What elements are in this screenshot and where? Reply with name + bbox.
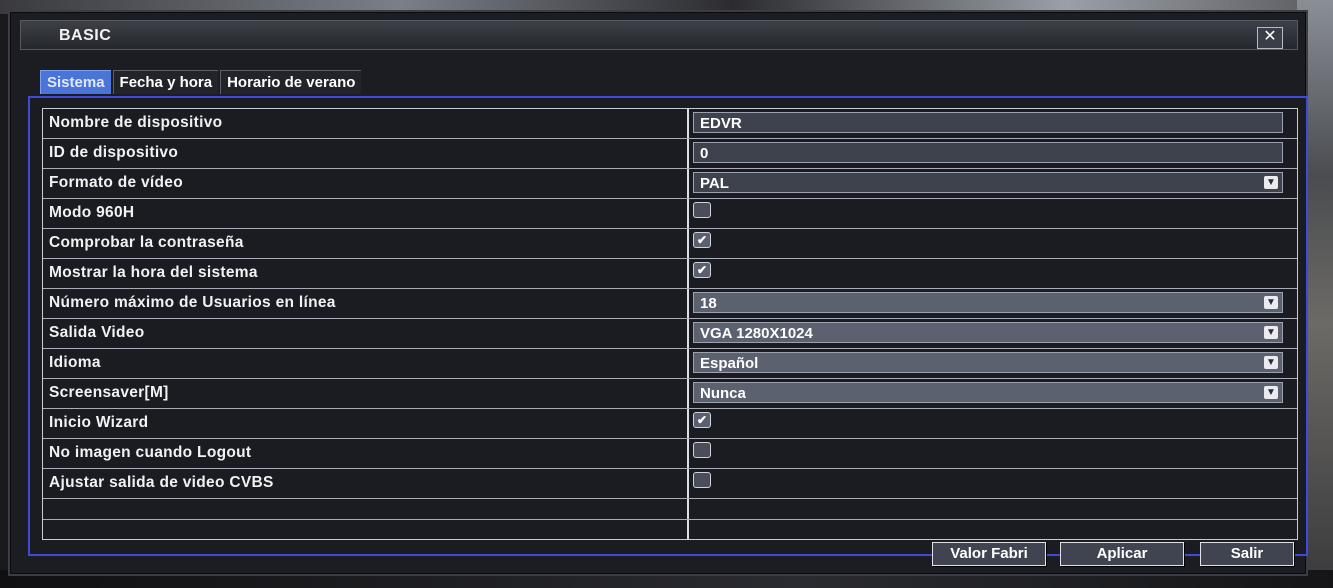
exit-button[interactable]: Salir	[1200, 542, 1294, 566]
adjust-cvbs-checkbox[interactable]	[693, 472, 711, 488]
row-screensaver: Screensaver[M] Nunca ▼	[43, 379, 1297, 409]
no-image-logout-checkbox[interactable]	[693, 442, 711, 458]
chevron-down-icon: ▼	[1264, 356, 1278, 369]
mode-960h-label: Modo 960H	[49, 204, 135, 221]
show-system-time-label: Mostrar la hora del sistema	[49, 264, 258, 281]
start-wizard-checkbox[interactable]: ✔	[693, 412, 711, 428]
check-icon: ✔	[696, 233, 708, 247]
max-online-users-label: Número máximo de Usuarios en línea	[49, 294, 336, 311]
device-id-label: ID de dispositivo	[49, 144, 179, 161]
close-icon: ✕	[1263, 28, 1277, 45]
window-title: BASIC	[59, 27, 112, 44]
video-output-value: VGA 1280X1024	[700, 325, 813, 342]
start-wizard-label: Inicio Wizard	[49, 414, 149, 431]
factory-default-button[interactable]: Valor Fabri	[932, 542, 1046, 566]
video-format-value: PAL	[700, 175, 729, 192]
max-online-users-select[interactable]: 18 ▼	[693, 292, 1283, 313]
language-label: Idioma	[49, 354, 101, 371]
row-start-wizard: Inicio Wizard ✔	[43, 409, 1297, 439]
settings-panel: Nombre de dispositivo EDVR ID de disposi…	[28, 96, 1308, 556]
row-show-system-time: Mostrar la hora del sistema ✔	[43, 259, 1297, 289]
video-output-select[interactable]: VGA 1280X1024 ▼	[693, 322, 1283, 343]
max-online-users-value: 18	[700, 295, 717, 312]
video-format-select[interactable]: PAL ▼	[693, 172, 1283, 193]
screensaver-value: Nunca	[700, 385, 746, 402]
close-button[interactable]: ✕	[1257, 27, 1283, 49]
row-device-name: Nombre de dispositivo EDVR	[43, 109, 1297, 139]
row-language: Idioma Español ▼	[43, 349, 1297, 379]
screensaver-label: Screensaver[M]	[49, 384, 169, 401]
row-video-output: Salida Video VGA 1280X1024 ▼	[43, 319, 1297, 349]
tab-horario-de-verano[interactable]: Horario de verano	[220, 70, 362, 94]
row-no-image-logout: No imagen cuando Logout	[43, 439, 1297, 469]
device-name-field[interactable]: EDVR	[693, 112, 1283, 133]
screensaver-select[interactable]: Nunca ▼	[693, 382, 1283, 403]
row-device-id: ID de dispositivo 0	[43, 139, 1297, 169]
chevron-down-icon: ▼	[1264, 296, 1278, 309]
row-mode-960h: Modo 960H	[43, 199, 1297, 229]
check-password-label: Comprobar la contraseña	[49, 234, 244, 251]
apply-button[interactable]: Aplicar	[1060, 542, 1184, 566]
show-system-time-checkbox[interactable]: ✔	[693, 262, 711, 278]
row-max-online-users: Número máximo de Usuarios en línea 18 ▼	[43, 289, 1297, 319]
language-value: Español	[700, 355, 759, 372]
no-image-logout-label: No imagen cuando Logout	[49, 444, 252, 461]
check-password-checkbox[interactable]: ✔	[693, 232, 711, 248]
video-output-label: Salida Video	[49, 324, 145, 341]
tab-fecha-y-hora[interactable]: Fecha y hora	[112, 70, 219, 94]
language-select[interactable]: Español ▼	[693, 352, 1283, 373]
row-adjust-cvbs: Ajustar salida de video CVBS	[43, 469, 1297, 499]
row-empty	[43, 499, 1297, 520]
row-video-format: Formato de vídeo PAL ▼	[43, 169, 1297, 199]
chevron-down-icon: ▼	[1264, 176, 1278, 189]
check-icon: ✔	[696, 413, 708, 427]
basic-settings-window: BASIC ✕ Sistema Fecha y hora Horario de ve…	[8, 10, 1308, 576]
settings-grid: Nombre de dispositivo EDVR ID de disposi…	[42, 108, 1298, 540]
title-bar: BASIC ✕	[20, 20, 1298, 50]
check-icon: ✔	[696, 263, 708, 277]
mode-960h-checkbox[interactable]	[693, 202, 711, 218]
chevron-down-icon: ▼	[1264, 386, 1278, 399]
device-id-field[interactable]: 0	[693, 142, 1283, 163]
row-check-password: Comprobar la contraseña ✔	[43, 229, 1297, 259]
tab-sistema[interactable]: Sistema	[40, 70, 111, 94]
adjust-cvbs-label: Ajustar salida de video CVBS	[49, 474, 274, 491]
device-name-label: Nombre de dispositivo	[49, 114, 223, 131]
video-format-label: Formato de vídeo	[49, 174, 183, 191]
chevron-down-icon: ▼	[1264, 326, 1278, 339]
tab-bar: Sistema Fecha y hora Horario de verano	[40, 70, 363, 96]
